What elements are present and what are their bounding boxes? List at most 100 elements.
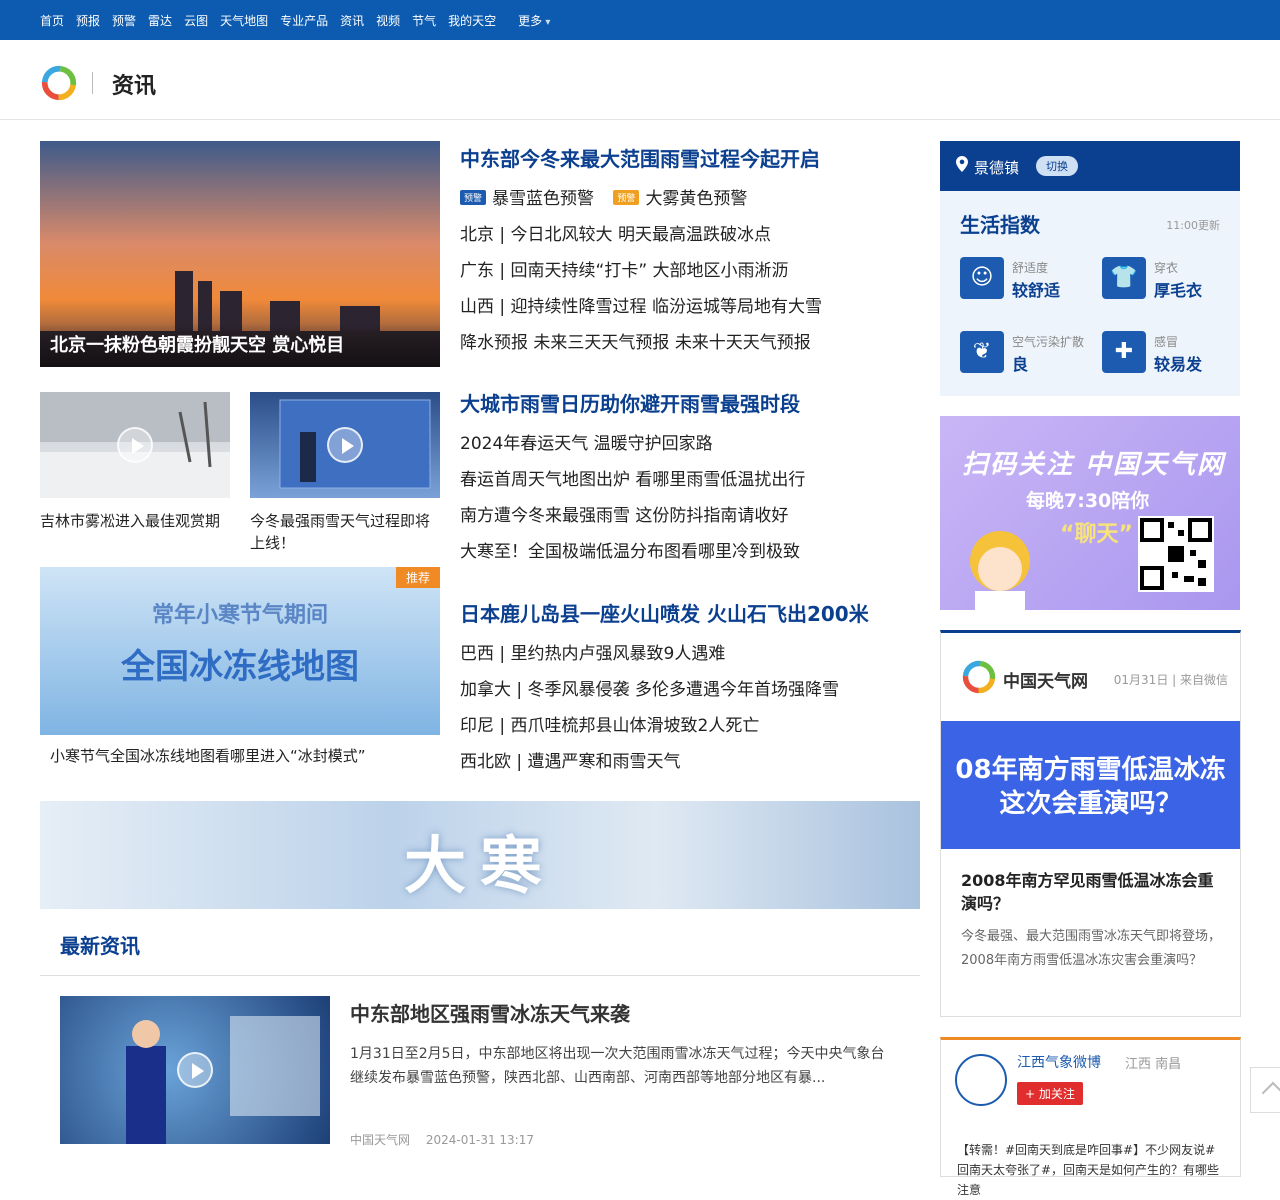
- banner-text: 大寒: [403, 829, 556, 902]
- card-image-line2: 这次会重演吗？: [999, 789, 1182, 819]
- smile-icon: ☺: [960, 257, 1004, 299]
- headline-image[interactable]: 北京一抹粉色朝霞扮靓天空 赏心悦目: [40, 141, 440, 367]
- latest-news-title: 最新资讯: [60, 934, 140, 958]
- news-link[interactable]: 西北欧 | 遭遇严寒和雨雪天气: [460, 747, 681, 772]
- back-to-top-button[interactable]: [1250, 1067, 1280, 1113]
- nav-home[interactable]: 首页: [40, 12, 64, 29]
- video-caption-rime[interactable]: 吉林市雾凇进入最佳观赏期: [40, 510, 230, 532]
- location-pin-icon: [956, 156, 968, 176]
- index-name: 感冒: [1154, 335, 1179, 349]
- ad-chat: “聊天”: [1060, 522, 1133, 547]
- nav-forecast[interactable]: 预报: [76, 12, 100, 29]
- warning-badge: 预警: [613, 190, 640, 205]
- news-link[interactable]: 2024年春运天气 温暖守护回家路: [460, 429, 713, 454]
- three-day-forecast-link[interactable]: 未来三天天气预报: [533, 333, 669, 353]
- index-air-dispersion[interactable]: ❦ 空气污染扩散 良: [960, 331, 1100, 381]
- current-city: 景德镇: [974, 159, 1020, 177]
- news-link[interactable]: 印尼 | 西爪哇梳邦县山体滑坡致2人死亡: [460, 711, 759, 736]
- nav-solar-terms[interactable]: 节气: [412, 12, 436, 29]
- video-thumb-snow[interactable]: [250, 392, 440, 498]
- forecast-links: 降水预报 未来三天天气预报 未来十天天气预报: [460, 328, 811, 353]
- shirt-icon: 👕: [1102, 257, 1146, 299]
- nav-products[interactable]: 专业产品: [280, 12, 328, 29]
- precip-forecast-link[interactable]: 降水预报: [460, 333, 528, 353]
- headline-block3-title[interactable]: 日本鹿儿岛县一座火山喷发 火山石飞出200米: [460, 598, 869, 627]
- wechat-article-card: 中国天气网 01月31日 | 来自微信 08年南方雨雪低温冰冻 这次会重演吗？ …: [940, 630, 1241, 1017]
- news-link[interactable]: 北京 | 今日北风较大 明天最高温跌破冰点: [460, 220, 771, 245]
- nav-video[interactable]: 视频: [376, 12, 400, 29]
- life-index-panel: 生活指数 11:00更新 ☺ 舒适度 较舒适 👕 穿衣 厚毛衣 ❦ 空气污染扩散…: [940, 191, 1240, 396]
- ad-subline: 每晚7:30陪你: [1026, 490, 1150, 512]
- header-divider: [92, 72, 93, 94]
- news-link[interactable]: 广东 | 回南天持续“打卡” 大部地区小雨淅沥: [460, 256, 789, 281]
- headline-image-caption: 北京一抹粉色朝霞扮靓天空 赏心悦目: [50, 335, 345, 356]
- qr-follow-ad[interactable]: 扫码关注 中国天气网 每晚7:30陪你 “聊天”: [940, 416, 1240, 610]
- ten-day-forecast-link[interactable]: 未来十天天气预报: [675, 333, 811, 353]
- index-clothing[interactable]: 👕 穿衣 厚毛衣: [1102, 257, 1242, 307]
- card-brand: 中国天气网: [1003, 672, 1088, 692]
- follow-button[interactable]: + 加关注: [1017, 1082, 1083, 1105]
- warning-badge: 预警: [460, 190, 487, 205]
- index-comfort[interactable]: ☺ 舒适度 较舒适: [960, 257, 1100, 307]
- feature-line2: 全国冰冻线地图: [121, 647, 359, 687]
- news-link[interactable]: 春运首周天气地图出炉 看哪里雨雪低温扰出行: [460, 465, 805, 490]
- switch-city-button[interactable]: 切换: [1036, 156, 1078, 176]
- nav-radar[interactable]: 雷达: [148, 12, 172, 29]
- play-icon: [327, 427, 363, 463]
- nav-my-sky[interactable]: 我的天空: [448, 12, 496, 29]
- news-link[interactable]: 南方遭今冬来最强雨雪 这份防抖指南请收好: [460, 501, 788, 526]
- nav-warning[interactable]: 预警: [112, 12, 136, 29]
- article-time: 2024-01-31 13:17: [425, 1133, 534, 1147]
- headline-block1-title[interactable]: 中东部今冬来最大范围雨雪过程今起开启: [460, 143, 820, 172]
- card-title[interactable]: 2008年南方罕见雨雪低温冰冻会重演吗？: [961, 869, 1226, 915]
- headline-block2-title[interactable]: 大城市雨雪日历助你避开雨雪最强时段: [460, 388, 800, 417]
- warning-row: 预警 暴雪蓝色预警 预警 大雾黄色预警: [460, 184, 761, 209]
- latest-article-meta: 中国天气网 2024-01-31 13:17: [350, 1131, 546, 1148]
- index-name: 穿衣: [1154, 261, 1179, 275]
- latest-article-thumb[interactable]: [60, 996, 330, 1144]
- index-value: 较舒适: [1012, 281, 1061, 300]
- news-link[interactable]: 加拿大 | 冬季风暴侵袭 多伦多遭遇今年首场强降雪: [460, 675, 839, 700]
- article-source: 中国天气网: [350, 1133, 411, 1147]
- leaf-icon: ❦: [960, 331, 1004, 373]
- video-thumb-rime[interactable]: [40, 392, 230, 498]
- index-cold[interactable]: ✚ 感冒 较易发: [1102, 331, 1242, 381]
- major-cold-banner[interactable]: 大寒: [40, 801, 920, 909]
- weibo-avatar[interactable]: [955, 1054, 1007, 1106]
- weather-logo-icon: [962, 660, 996, 694]
- nav-weather-map[interactable]: 天气地图: [220, 12, 268, 29]
- ad-headline: 扫码关注 中国天气网: [962, 450, 1226, 480]
- card-image[interactable]: 08年南方雨雪低温冰冻 这次会重演吗？: [941, 721, 1240, 849]
- play-icon: [177, 1052, 213, 1088]
- feature-line1: 常年小寒节气期间: [151, 603, 328, 628]
- news-link[interactable]: 巴西 | 里约热内卢强风暴致9人遇难: [460, 639, 725, 664]
- index-value: 厚毛衣: [1154, 281, 1203, 300]
- card-meta: 01月31日 | 来自微信: [1113, 673, 1228, 687]
- recommend-badge: 推荐: [395, 567, 440, 588]
- qr-code-icon: [1138, 516, 1214, 592]
- latest-article-title[interactable]: 中东部地区强雨雪冰冻天气来袭: [350, 998, 630, 1027]
- weibo-account-name[interactable]: 江西气象微博: [1017, 1052, 1101, 1072]
- feature-caption[interactable]: 小寒节气全国冰冻线地图看哪里进入“冰封模式”: [50, 745, 440, 767]
- weibo-widget: 江西气象微博 江西 南昌 + 加关注 【转需！#回南天到底是咋回事#】不少网友说…: [940, 1037, 1241, 1197]
- feature-ice-map[interactable]: 常年小寒节气期间 全国冰冻线地图 推荐: [40, 567, 440, 735]
- cartoon-girl-icon: [970, 531, 1030, 610]
- weather-logo-icon[interactable]: [40, 64, 78, 102]
- video-caption-snow[interactable]: 今冬最强雨雪天气过程即将上线！: [250, 510, 440, 554]
- nav-news[interactable]: 资讯: [340, 12, 364, 29]
- pill-icon: ✚: [1102, 331, 1146, 373]
- index-value: 较易发: [1154, 355, 1203, 374]
- nav-more-dropdown[interactable]: 更多: [518, 12, 550, 29]
- page-title: 资讯: [112, 74, 157, 99]
- index-name: 舒适度: [1012, 261, 1049, 275]
- weibo-location: 江西 南昌: [1125, 1057, 1182, 1072]
- news-link[interactable]: 大寒至！全国极端低温分布图看哪里冷到极致: [460, 537, 800, 562]
- headline-caption-overlay: 北京一抹粉色朝霞扮靓天空 赏心悦目: [40, 323, 440, 367]
- card-summary: 今冬最强、最大范围雨雪冰冻天气即将登场，2008年南方雨雪低温冰冻灾害会重演吗？: [961, 929, 1222, 968]
- nav-cloud[interactable]: 云图: [184, 12, 208, 29]
- warning-blizzard-blue[interactable]: 预警 暴雪蓝色预警: [460, 189, 613, 209]
- warning-text: 大雾黄色预警: [645, 189, 748, 209]
- warning-fog-yellow[interactable]: 预警 大雾黄色预警: [613, 189, 761, 209]
- news-link[interactable]: 山西 | 迎持续性降雪过程 临汾运城等局地有大雪: [460, 292, 822, 317]
- warning-text: 暴雪蓝色预警: [492, 189, 595, 209]
